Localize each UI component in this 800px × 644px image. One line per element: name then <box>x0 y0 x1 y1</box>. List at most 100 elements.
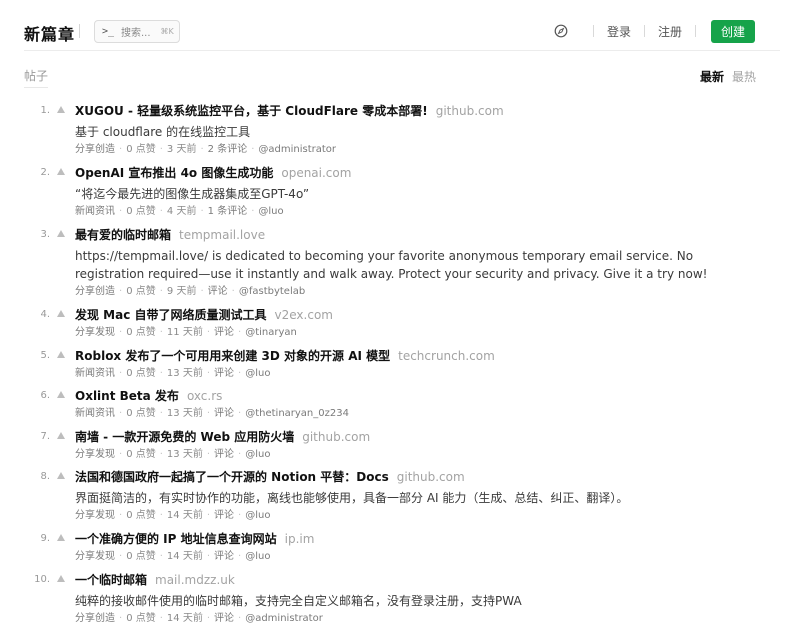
post-rank: 4. <box>40 309 50 320</box>
post-title[interactable]: XUGOU - 轻量级系统监控平台，基于 CloudFlare 零成本部署! <box>75 104 428 118</box>
post-list: 1. XUGOU - 轻量级系统监控平台，基于 CloudFlare 零成本部署!… <box>24 103 764 634</box>
post-domain[interactable]: techcrunch.com <box>398 349 495 363</box>
post-title[interactable]: 法国和德国政府一起搞了一个开源的 Notion 平替：Docs <box>75 470 389 484</box>
post-comments-link[interactable]: 评论 <box>214 613 234 624</box>
post-title-row: 南墙 - 一款开源免费的 Web 应用防火墙 github.com <box>75 429 764 446</box>
separator-dot: · <box>238 327 242 338</box>
header-divider <box>24 50 780 51</box>
post-domain[interactable]: mail.mdzz.uk <box>155 573 235 587</box>
post-domain[interactable]: v2ex.com <box>275 308 333 322</box>
separator-dot: · <box>159 408 163 419</box>
search-button[interactable]: >_ 搜索... ⌘K <box>94 20 180 43</box>
post-meta: 分享创造 · 0 点赞 · 14 天前 · 评论 · @administrator <box>75 612 764 626</box>
separator-dot: · <box>206 368 211 379</box>
post-item: 1. XUGOU - 轻量级系统监控平台，基于 CloudFlare 零成本部署!… <box>24 103 764 157</box>
upvote-arrow-icon[interactable] <box>57 391 65 398</box>
post-title[interactable]: 一个临时邮箱 <box>75 573 147 587</box>
upvote-arrow-icon[interactable] <box>57 106 65 113</box>
post-title[interactable]: 发现 Mac 自带了网络质量测试工具 <box>75 308 267 322</box>
upvote-arrow-icon[interactable] <box>57 230 65 237</box>
upvote-arrow-icon[interactable] <box>57 351 65 358</box>
post-title[interactable]: Roblox 发布了一个可用用来创建 3D 对象的开源 AI 模型 <box>75 349 390 363</box>
post-author[interactable]: @tinaryan <box>245 327 297 338</box>
post-comments-link[interactable]: 评论 <box>214 449 234 460</box>
post-category[interactable]: 新闻资讯 <box>75 408 115 419</box>
post-title[interactable]: 最有爱的临时邮箱 <box>75 228 171 242</box>
post-author[interactable]: @luo <box>245 551 270 562</box>
divider <box>643 25 645 37</box>
post-author[interactable]: @luo <box>245 368 270 379</box>
post-domain[interactable]: github.com <box>436 104 504 118</box>
upvote-arrow-icon[interactable] <box>57 310 65 317</box>
post-comments-link[interactable]: 评论 <box>214 408 234 419</box>
post-likes: 0 点赞 <box>126 206 156 217</box>
post-author[interactable]: @luo <box>245 510 270 521</box>
post-comments-link[interactable]: 评论 <box>214 551 234 562</box>
register-link[interactable]: 注册 <box>658 23 682 40</box>
post-meta: 分享发现 · 0 点赞 · 14 天前 · 评论 · @luo <box>75 550 764 564</box>
post-comments-link[interactable]: 1 条评论 <box>208 206 248 217</box>
divider <box>79 24 80 38</box>
post-comments-link[interactable]: 评论 <box>214 510 234 521</box>
post-meta: 新闻资讯 · 0 点赞 · 4 天前 · 1 条评论 · @luo <box>75 205 764 219</box>
separator-dot: · <box>206 449 211 460</box>
separator-dot: · <box>119 408 123 419</box>
post-category[interactable]: 分享发现 <box>75 327 115 338</box>
post-category[interactable]: 分享创造 <box>75 144 115 155</box>
post-author[interactable]: @administrator <box>258 144 336 155</box>
upvote-arrow-icon[interactable] <box>57 575 65 582</box>
post-author[interactable]: @luo <box>245 449 270 460</box>
post-domain[interactable]: github.com <box>302 430 370 444</box>
post-comments-link[interactable]: 评论 <box>214 327 234 338</box>
post-domain[interactable]: github.com <box>397 470 465 484</box>
post-author[interactable]: @luo <box>258 206 283 217</box>
post-category[interactable]: 新闻资讯 <box>75 368 115 379</box>
post-item: 9. 一个准确方便的 IP 地址信息查询网站 ip.im 分享发现 · 0 点赞 · 14 天… <box>24 531 764 564</box>
post-category[interactable]: 新闻资讯 <box>75 206 115 217</box>
post-category[interactable]: 分享发现 <box>75 510 115 521</box>
login-link[interactable]: 登录 <box>607 23 631 40</box>
separator-dot: · <box>231 286 235 297</box>
compass-icon[interactable] <box>554 24 568 38</box>
separator-dot: · <box>238 551 242 562</box>
site-logo[interactable]: 新篇章 <box>24 21 75 45</box>
post-title[interactable]: Oxlint Beta 发布 <box>75 389 179 403</box>
post-author[interactable]: @thetinaryan_0z234 <box>245 408 349 419</box>
sort-latest[interactable]: 最新 <box>700 68 724 85</box>
post-meta: 新闻资讯 · 0 点赞 · 13 天前 · 评论 · @luo <box>75 367 764 381</box>
tab-posts[interactable]: 帖子 <box>24 67 48 88</box>
post-title[interactable]: 一个准确方便的 IP 地址信息查询网站 <box>75 532 277 546</box>
post-comments-link[interactable]: 2 条评论 <box>208 144 248 155</box>
terminal-prompt-icon: >_ <box>101 26 115 37</box>
create-button[interactable]: 创建 <box>711 19 755 43</box>
post-domain[interactable]: ip.im <box>285 532 315 546</box>
post-meta: 分享发现 · 0 点赞 · 13 天前 · 评论 · @luo <box>75 448 764 462</box>
separator-dot: · <box>238 613 242 624</box>
post-category[interactable]: 分享发现 <box>75 551 115 562</box>
post-time: 3 天前 <box>166 144 197 155</box>
post-rank: 1. <box>40 105 50 116</box>
post-category[interactable]: 分享创造 <box>75 613 115 624</box>
post-domain[interactable]: tempmail.love <box>179 228 265 242</box>
upvote-arrow-icon[interactable] <box>57 432 65 439</box>
post-category[interactable]: 分享发现 <box>75 449 115 460</box>
post-likes: 0 点赞 <box>126 408 156 419</box>
sort-hot[interactable]: 最热 <box>732 68 756 85</box>
post-comments-link[interactable]: 评论 <box>214 368 234 379</box>
post-title[interactable]: 南墙 - 一款开源免费的 Web 应用防火墙 <box>75 430 294 444</box>
separator-dot: · <box>119 206 123 217</box>
post-comments-link[interactable]: 评论 <box>208 286 228 297</box>
upvote-arrow-icon[interactable] <box>57 472 65 479</box>
post-author[interactable]: @administrator <box>245 613 323 624</box>
divider <box>695 25 696 37</box>
upvote-arrow-icon[interactable] <box>57 534 65 541</box>
post-rank: 2. <box>40 167 50 178</box>
post-category[interactable]: 分享创造 <box>75 286 115 297</box>
post-domain[interactable]: openai.com <box>281 166 351 180</box>
post-likes: 0 点赞 <box>126 368 156 379</box>
post-author[interactable]: @fastbytelab <box>239 286 305 297</box>
post-domain[interactable]: oxc.rs <box>187 389 222 403</box>
post-item: 8. 法国和德国政府一起搞了一个开源的 Notion 平替：Docs github.… <box>24 469 764 523</box>
post-title[interactable]: OpenAI 宣布推出 4o 图像生成功能 <box>75 166 273 180</box>
upvote-arrow-icon[interactable] <box>57 168 65 175</box>
